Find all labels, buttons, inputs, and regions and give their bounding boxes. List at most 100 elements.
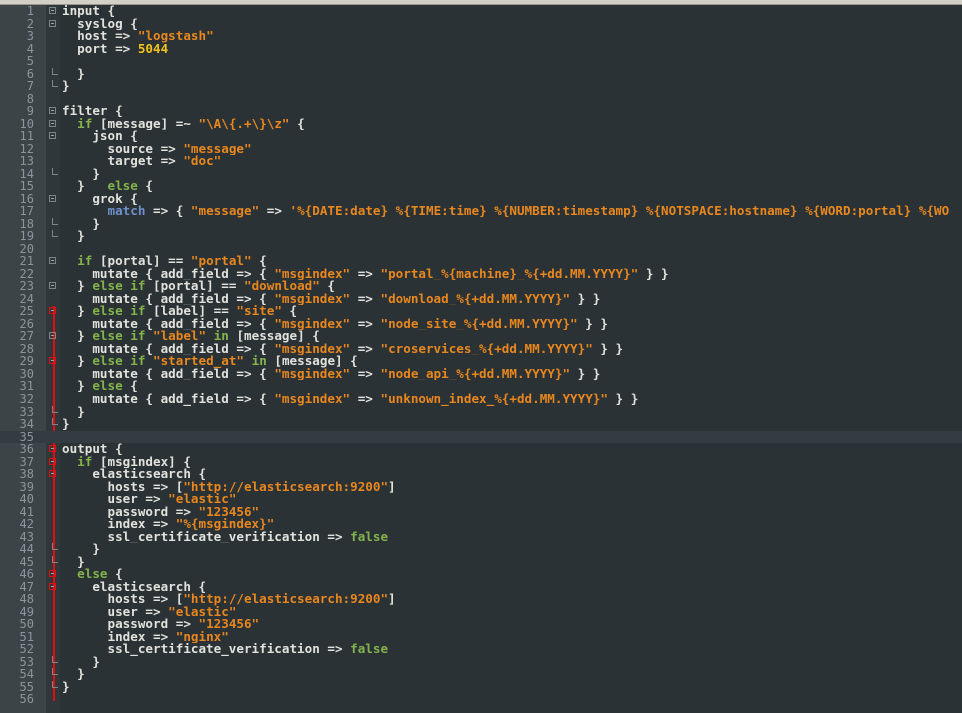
code-token: "site" <box>236 305 282 318</box>
code-line[interactable]: 55} <box>0 681 962 694</box>
code-line[interactable]: 52 ssl_certificate_verification => false <box>0 643 962 656</box>
code-line[interactable]: 41 password => "123456" <box>0 506 962 519</box>
code-line[interactable]: 6 } <box>0 68 962 81</box>
code-token: "node_site_%{+dd.MM.YYYY}" <box>380 317 578 331</box>
code-line[interactable]: 30 mutate { add_field => { "msgindex" =>… <box>0 368 962 381</box>
fold-end-icon <box>52 80 58 88</box>
code-text: } <box>62 406 962 419</box>
code-token: user => <box>62 493 169 506</box>
code-line[interactable]: 5 <box>0 55 962 68</box>
code-token: { <box>289 117 305 131</box>
fold-toggle-icon[interactable] <box>49 570 56 578</box>
code-line[interactable]: 38 elasticsearch { <box>0 468 962 481</box>
code-editor[interactable]: 1 input {2 syslog {3 host => "logstash" 4 … <box>0 5 962 706</box>
line-number: 1 <box>26 4 34 18</box>
code-line[interactable]: 7} <box>0 80 962 93</box>
code-token: [msgindex] { <box>92 455 191 469</box>
fold-toggle-icon[interactable] <box>49 307 56 315</box>
code-line[interactable]: 10 if [message] =~ "\A\{.+\}\z" { <box>0 118 962 131</box>
code-token: input { <box>62 5 116 18</box>
code-token: [portal] == <box>92 255 191 268</box>
fold-toggle-icon[interactable] <box>49 470 56 478</box>
code-line[interactable]: 8 <box>0 93 962 106</box>
code-line[interactable]: 25 } else if [label] == "site" { <box>0 305 962 318</box>
code-line[interactable]: 56 <box>0 693 962 706</box>
code-line[interactable]: 14 } <box>0 168 962 181</box>
code-token: [portal] == <box>145 280 244 293</box>
fold-toggle-icon[interactable] <box>49 445 56 453</box>
code-line[interactable]: 46 else { <box>0 568 962 581</box>
code-line[interactable]: 12 source => "message" <box>0 143 962 156</box>
code-line[interactable]: 20 <box>0 243 962 256</box>
code-line[interactable]: 2 syslog { <box>0 17 962 31</box>
code-line[interactable]: 36 output { <box>0 443 962 456</box>
code-line[interactable]: 24 mutate { add_field => { "msgindex" =>… <box>0 293 962 306</box>
code-line[interactable]: 35 <box>0 430 962 444</box>
code-line[interactable]: 22 mutate { add_field => { "msgindex" =>… <box>0 268 962 281</box>
code-line[interactable]: 15 } else { <box>0 180 962 193</box>
code-line[interactable]: 45 } <box>0 556 962 569</box>
code-line[interactable]: 54 } <box>0 668 962 681</box>
fold-toggle-icon[interactable] <box>49 7 56 14</box>
fold-toggle-icon[interactable] <box>49 19 56 27</box>
code-line[interactable]: 50 password => "123456" <box>0 618 962 631</box>
fold-toggle-icon[interactable] <box>49 357 56 365</box>
fold-toggle-icon[interactable] <box>49 457 56 465</box>
fold-toggle-icon[interactable] <box>49 119 56 127</box>
code-line[interactable]: 43 ssl_certificate_verification => false <box>0 531 962 544</box>
code-line[interactable]: 1 input { <box>0 5 962 18</box>
fold-toggle-icon[interactable] <box>49 194 56 202</box>
line-number: 15 <box>19 179 34 194</box>
code-token: else <box>77 568 108 581</box>
code-line[interactable]: 27 } else if "label" in [message] { <box>0 330 962 343</box>
code-line[interactable]: 34} <box>0 418 962 431</box>
line-number: 9 <box>26 104 34 119</box>
code-line[interactable]: 29 } else if "started_at" in [message] { <box>0 355 962 368</box>
code-line[interactable]: 19 } <box>0 230 962 243</box>
code-line[interactable]: 11 json { <box>0 130 962 143</box>
code-line[interactable]: 48 hosts => ["http://elasticsearch:9200"… <box>0 593 962 606</box>
code-line[interactable]: 39 hosts => ["http://elasticsearch:9200"… <box>0 481 962 494</box>
code-text: source => "message" <box>62 143 962 156</box>
code-line[interactable]: 40 user => "elastic" <box>0 493 962 506</box>
code-token: "elastic" <box>168 605 237 619</box>
code-line[interactable]: 44 } <box>0 543 962 556</box>
fold-toggle-icon[interactable] <box>49 582 56 590</box>
code-token: "portal_%{machine}_%{+dd.MM.YYYY}" <box>380 267 639 281</box>
code-token: } <box>62 330 93 343</box>
code-line[interactable]: 21 if [portal] == "portal" { <box>0 255 962 268</box>
fold-toggle-icon[interactable] <box>49 282 56 290</box>
code-text: if [message] =~ "\A\{.+\}\z" { <box>62 118 962 131</box>
fold-toggle-icon[interactable] <box>49 132 56 140</box>
line-number: 48 <box>19 592 34 607</box>
code-line[interactable]: 49 user => "elastic" <box>0 606 962 619</box>
code-token: user => <box>62 605 169 619</box>
code-line[interactable]: 32 mutate { add_field => { "msgindex" =>… <box>0 393 962 406</box>
fold-end-icon <box>52 418 58 426</box>
code-line[interactable]: 42 index => "%{msgindex}" <box>0 518 962 531</box>
code-line[interactable]: 13 target => "doc" <box>0 155 962 168</box>
code-text: } <box>62 68 962 81</box>
fold-toggle-icon[interactable] <box>49 332 56 340</box>
code-line[interactable]: 23 } else if [portal] == "download" { <box>0 280 962 293</box>
fold-toggle-icon[interactable] <box>49 107 56 115</box>
code-line[interactable]: 28 mutate { add_field => { "msgindex" =>… <box>0 343 962 356</box>
code-line[interactable]: 47 elasticsearch { <box>0 581 962 594</box>
code-line[interactable]: 16 grok { <box>0 193 962 206</box>
code-line[interactable]: 4 port => 5044 <box>0 43 962 56</box>
code-text: output { <box>62 443 962 456</box>
code-line[interactable]: 33 } <box>0 405 962 419</box>
code-line[interactable]: 3 host => "logstash" <box>0 30 962 43</box>
code-line[interactable]: 31 } else { <box>0 380 962 393</box>
code-line[interactable]: 26 mutate { add_field => { "msgindex" =>… <box>0 318 962 331</box>
code-line[interactable]: 51 index => "nginx" <box>0 631 962 644</box>
fold-toggle-icon[interactable] <box>49 257 56 265</box>
code-line[interactable]: 18 } <box>0 218 962 231</box>
code-line[interactable]: 53 } <box>0 656 962 669</box>
code-text: } else if "started_at" in [message] { <box>62 355 962 368</box>
code-line[interactable]: 9 filter { <box>0 105 962 118</box>
code-line[interactable]: 17 match => { "message" => '%{DATE:date}… <box>0 205 962 218</box>
code-line[interactable]: 37 if [msgindex] { <box>0 456 962 469</box>
line-number: 50 <box>19 617 34 632</box>
code-text: elasticsearch { <box>62 468 962 481</box>
